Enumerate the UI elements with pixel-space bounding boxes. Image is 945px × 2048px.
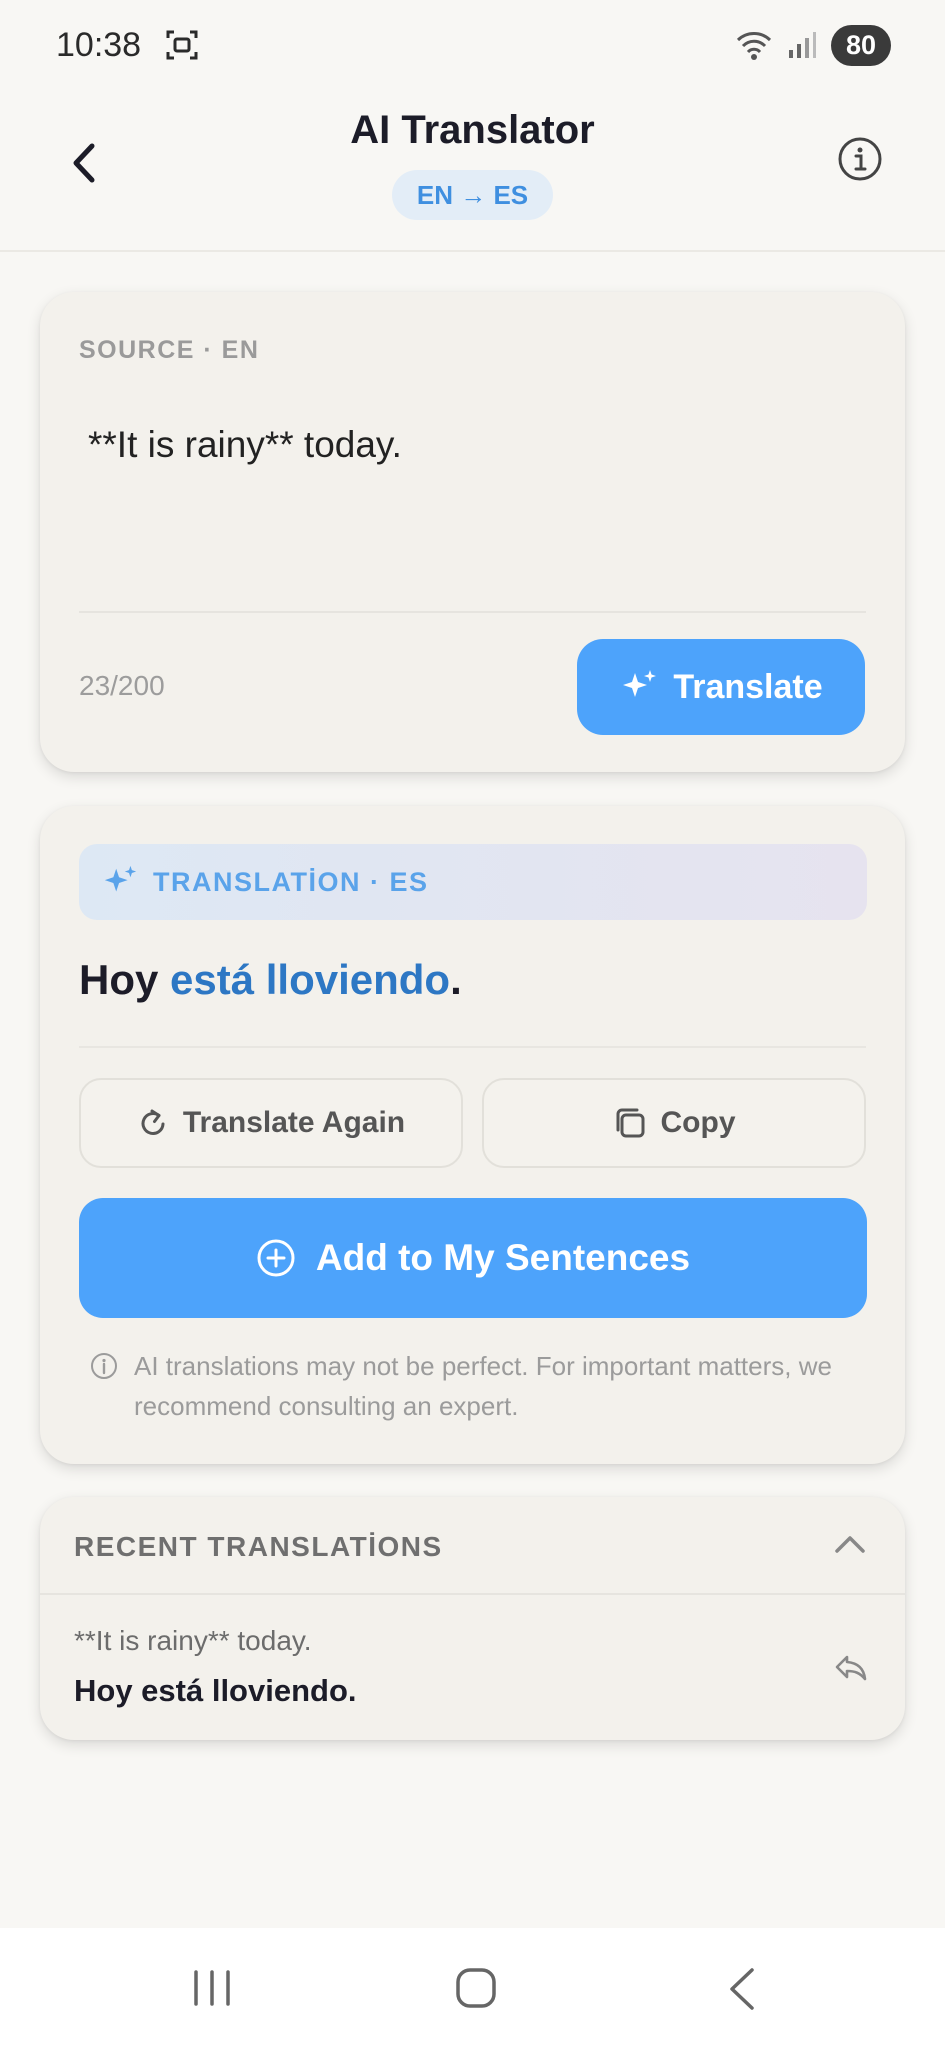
battery-indicator: 80 [831,24,891,66]
translation-banner: TRANSLATİON · ES [79,844,867,920]
sparkles-icon [623,670,657,697]
add-to-my-sentences-label: Add to My Sentences [315,1237,691,1278]
page-title: AI Translator [350,108,595,152]
copy-icon [616,1108,644,1138]
signal-icon [789,32,816,58]
translate-again-label: Translate Again [182,1106,406,1139]
recent-translations-header[interactable]: RECENT TRANSLATİONS [40,1497,905,1595]
translate-button[interactable]: Translate [577,639,865,735]
status-time: 10:38 [56,25,142,64]
translation-result-card: TRANSLATİON · ES Hoy está lloviendo. Tra… [40,806,905,1464]
source-text-input[interactable]: **It is rainy** today. [88,424,402,466]
refresh-icon [141,1109,165,1135]
app-header: AI Translator EN → ES [0,90,945,252]
divider [79,1046,866,1048]
status-bar: 10:38 80 [0,0,945,90]
language-pair-badge: EN → ES [392,170,553,220]
recent-target-text: Hoy está lloviendo. [74,1673,357,1708]
info-icon [91,1353,117,1379]
translation-highlight: está lloviendo [170,956,451,1003]
recent-apps-icon[interactable] [190,1968,234,2008]
add-circle-icon [257,1239,295,1277]
reply-icon[interactable] [833,1651,869,1683]
disclaimer: AI translations may not be perfect. For … [90,1346,860,1426]
recent-translations-card: RECENT TRANSLATİONS **It is rainy** toda… [40,1497,905,1740]
chevron-up-icon[interactable] [833,1531,867,1557]
recent-translations-title: RECENT TRANSLATİONS [74,1531,443,1562]
translation-text: Hoy está lloviendo. [79,956,462,1004]
char-count: 23/200 [79,670,165,701]
copy-button[interactable]: Copy [482,1078,866,1168]
add-to-my-sentences-button[interactable]: Add to My Sentences [79,1198,867,1318]
disclaimer-text: AI translations may not be perfect. For … [134,1351,832,1421]
copy-label: Copy [660,1106,736,1139]
home-icon[interactable] [454,1966,498,2010]
source-card: SOURCE · EN **It is rainy** today. 23/20… [40,292,905,772]
wifi-icon [736,32,772,60]
info-icon[interactable] [837,136,883,182]
source-label: SOURCE · EN [79,336,260,364]
sparkles-icon [104,865,137,892]
back-icon[interactable] [724,1966,760,2012]
divider [79,611,866,613]
recent-source-text: **It is rainy** today. [74,1625,312,1656]
system-navigation-bar [0,1928,945,2048]
translate-button-label: Translate [673,667,823,706]
translation-label: TRANSLATİON · ES [153,866,429,897]
list-item[interactable]: **It is rainy** today. Hoy está lloviend… [40,1597,905,1740]
translate-again-button[interactable]: Translate Again [79,1078,463,1168]
screenshot-icon [166,30,198,60]
translation-text-end: . [450,956,462,1003]
translation-text-start: Hoy [79,956,171,1003]
